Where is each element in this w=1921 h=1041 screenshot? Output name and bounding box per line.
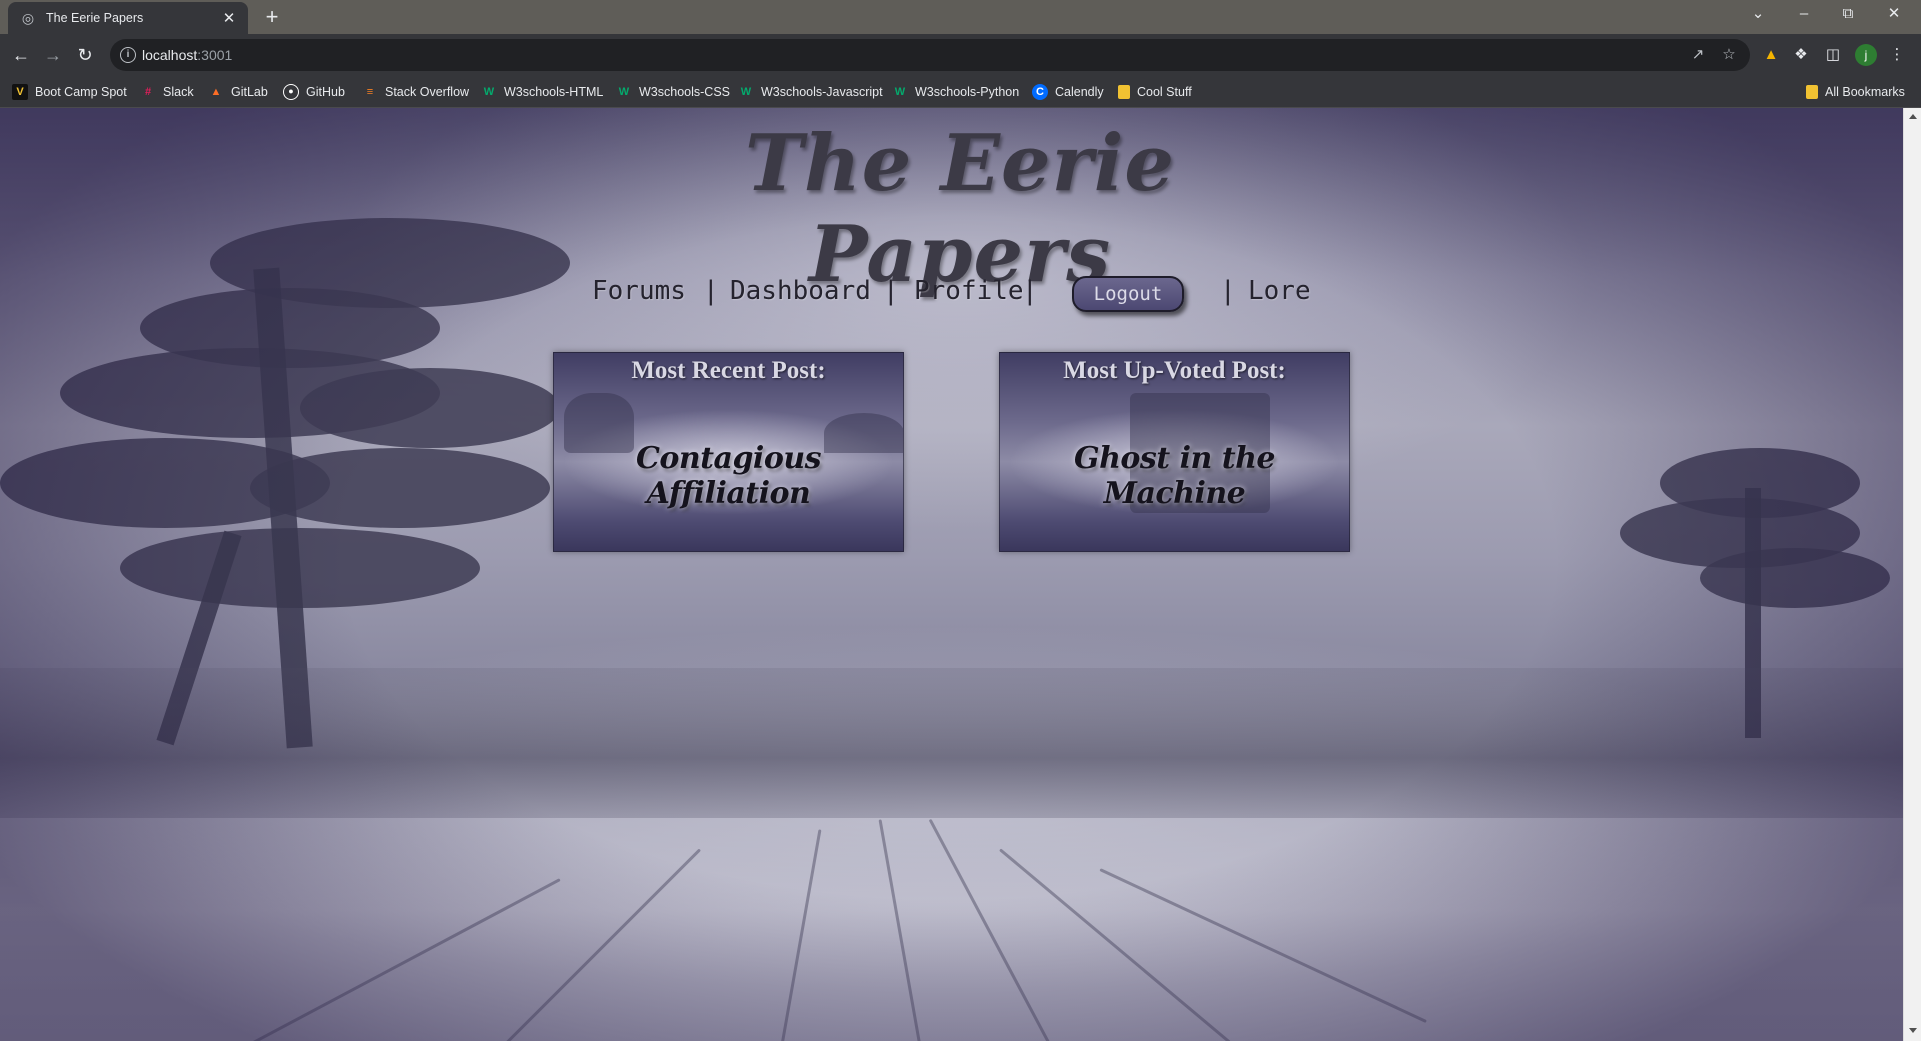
url-text[interactable]: localhost:3001 [142, 47, 232, 63]
url-port: :3001 [197, 47, 233, 63]
bookmark-star-icon[interactable]: ☆ [1719, 45, 1739, 65]
browser-tab-strip: ◎ The Eerie Papers ✕ + ⌄ – ⧉ ✕ [0, 0, 1921, 34]
bookmark-w3schools-python[interactable]: W W3schools-Python [892, 82, 1019, 102]
w3schools-icon: W [894, 86, 906, 98]
bookmarks-bar: V Boot Camp Spot # Slack ▲ GitLab ● GitH… [0, 76, 1921, 108]
bookmark-w3schools-css[interactable]: W W3schools-CSS [616, 82, 730, 102]
logout-button[interactable]: Logout [1072, 276, 1184, 312]
folder-icon [1806, 85, 1818, 99]
bookmark-label: GitHub [306, 85, 345, 99]
nav-separator: | [1022, 276, 1038, 306]
bookmark-calendly[interactable]: C Calendly [1032, 82, 1104, 102]
scroll-up-icon[interactable] [1909, 114, 1917, 119]
bookmark-cool-stuff[interactable]: Cool Stuff [1118, 82, 1192, 102]
new-tab-icon[interactable]: + [260, 5, 284, 29]
recent-post-title-link[interactable]: Contagious Affiliation [554, 441, 903, 511]
nav-forums-link[interactable]: Forums [592, 276, 686, 306]
page-scrollbar[interactable] [1903, 108, 1921, 1041]
nav-profile-link[interactable]: Profile [914, 276, 1024, 306]
bookmark-w3schools-html[interactable]: W W3schools-HTML [481, 82, 604, 102]
tab-search-icon[interactable]: ⌄ [1736, 0, 1780, 30]
upvoted-post-title-link[interactable]: Ghost in the Machine [1000, 441, 1349, 511]
side-panel-icon[interactable]: ◫ [1822, 44, 1844, 66]
tab-title: The Eerie Papers [46, 11, 144, 25]
bookmark-label: Cool Stuff [1137, 85, 1192, 99]
most-recent-post-card[interactable]: Most Recent Post: Contagious Affiliation [553, 352, 904, 552]
back-icon[interactable]: ← [8, 42, 34, 68]
nav-separator: | [883, 276, 899, 306]
stackoverflow-icon: ≡ [366, 86, 374, 98]
bookmark-label: W3schools-Javascript [761, 85, 883, 99]
browser-toolbar: ← → ↻ i localhost:3001 ↗ ☆ ▲ ❖ ◫ ⋮ [0, 34, 1921, 76]
address-bar[interactable]: i localhost:3001 ↗ ☆ [110, 39, 1750, 71]
bookmark-label: Stack Overflow [385, 85, 470, 99]
bookmark-gitlab[interactable]: ▲ GitLab [208, 82, 268, 102]
browser-tab[interactable]: ◎ The Eerie Papers ✕ [8, 2, 248, 34]
globe-icon: ◎ [21, 10, 35, 26]
site-info-icon[interactable]: i [120, 47, 136, 63]
card-heading: Most Up-Voted Post: [1063, 357, 1286, 384]
bookmark-github[interactable]: ● GitHub [283, 82, 345, 102]
bookmark-slack[interactable]: # Slack [140, 82, 194, 102]
close-window-icon[interactable]: ✕ [1872, 0, 1916, 30]
forward-icon[interactable]: → [40, 42, 66, 68]
site-title: The Eerie Papers [745, 118, 1175, 300]
nav-dashboard-link[interactable]: Dashboard [730, 276, 871, 306]
most-upvoted-post-card[interactable]: Most Up-Voted Post: Ghost in the Machine [999, 352, 1350, 552]
bookmark-stack-overflow[interactable]: ≡ Stack Overflow [362, 82, 469, 102]
github-icon: ● [283, 84, 299, 100]
url-host: localhost [142, 47, 198, 63]
bookmark-label: Boot Camp Spot [35, 85, 127, 99]
w3schools-icon: W [483, 86, 495, 98]
bookmark-label: W3schools-HTML [504, 85, 604, 99]
bookmark-label: W3schools-Python [915, 85, 1020, 99]
folder-icon [1118, 85, 1130, 99]
restore-icon[interactable]: ⧉ [1826, 0, 1870, 30]
profile-avatar[interactable]: j [1855, 44, 1877, 66]
slack-icon: # [144, 86, 152, 98]
extension-icon[interactable]: ▲ [1760, 44, 1782, 66]
bookmark-label: Slack [163, 85, 194, 99]
gitlab-icon: ▲ [210, 86, 222, 98]
bootcamp-icon: V [12, 84, 28, 100]
share-icon[interactable]: ↗ [1688, 45, 1708, 65]
bookmark-label: Calendly [1055, 85, 1104, 99]
bookmark-label: GitLab [231, 85, 268, 99]
bookmark-label: W3schools-CSS [639, 85, 730, 99]
bookmark-w3schools-javascript[interactable]: W W3schools-Javascript [738, 82, 883, 102]
w3schools-icon: W [740, 86, 752, 98]
all-bookmarks-label: All Bookmarks [1825, 85, 1905, 99]
calendly-icon: C [1032, 84, 1048, 100]
menu-kebab-icon[interactable]: ⋮ [1886, 44, 1908, 66]
bookmark-boot-camp-spot[interactable]: V Boot Camp Spot [12, 82, 127, 102]
w3schools-icon: W [618, 86, 630, 98]
reload-icon[interactable]: ↻ [72, 42, 98, 68]
minimize-icon[interactable]: – [1782, 0, 1826, 30]
all-bookmarks-button[interactable]: All Bookmarks [1806, 82, 1905, 102]
card-heading: Most Recent Post: [631, 357, 826, 384]
scroll-down-icon[interactable] [1909, 1028, 1917, 1033]
extensions-puzzle-icon[interactable]: ❖ [1790, 44, 1812, 66]
nav-lore-link[interactable]: Lore [1248, 276, 1311, 306]
close-tab-icon[interactable]: ✕ [220, 9, 238, 27]
nav-separator: | [703, 276, 719, 306]
nav-separator: | [1220, 276, 1236, 306]
